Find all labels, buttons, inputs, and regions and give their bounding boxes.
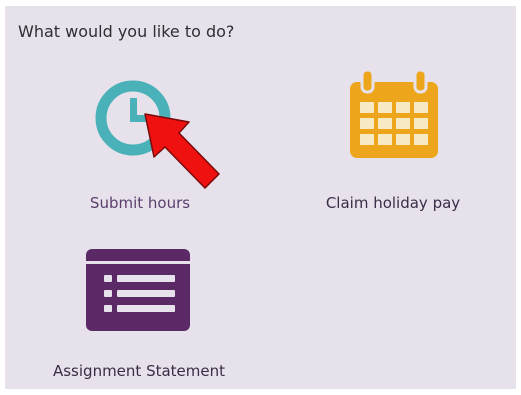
- red-arrow-icon: [144, 113, 220, 189]
- list-document-icon: [86, 249, 190, 331]
- assignment-statement-tile[interactable]: Assignment Statement: [33, 244, 245, 394]
- prompt-heading: What would you like to do?: [18, 22, 235, 41]
- claim-holiday-pay-tile[interactable]: Claim holiday pay: [314, 68, 472, 222]
- assignment-statement-label: Assignment Statement: [52, 362, 226, 380]
- claim-holiday-pay-label: Claim holiday pay: [325, 194, 461, 212]
- calendar-icon: [350, 68, 438, 158]
- action-panel: What would you like to do? Submit hours: [5, 6, 516, 389]
